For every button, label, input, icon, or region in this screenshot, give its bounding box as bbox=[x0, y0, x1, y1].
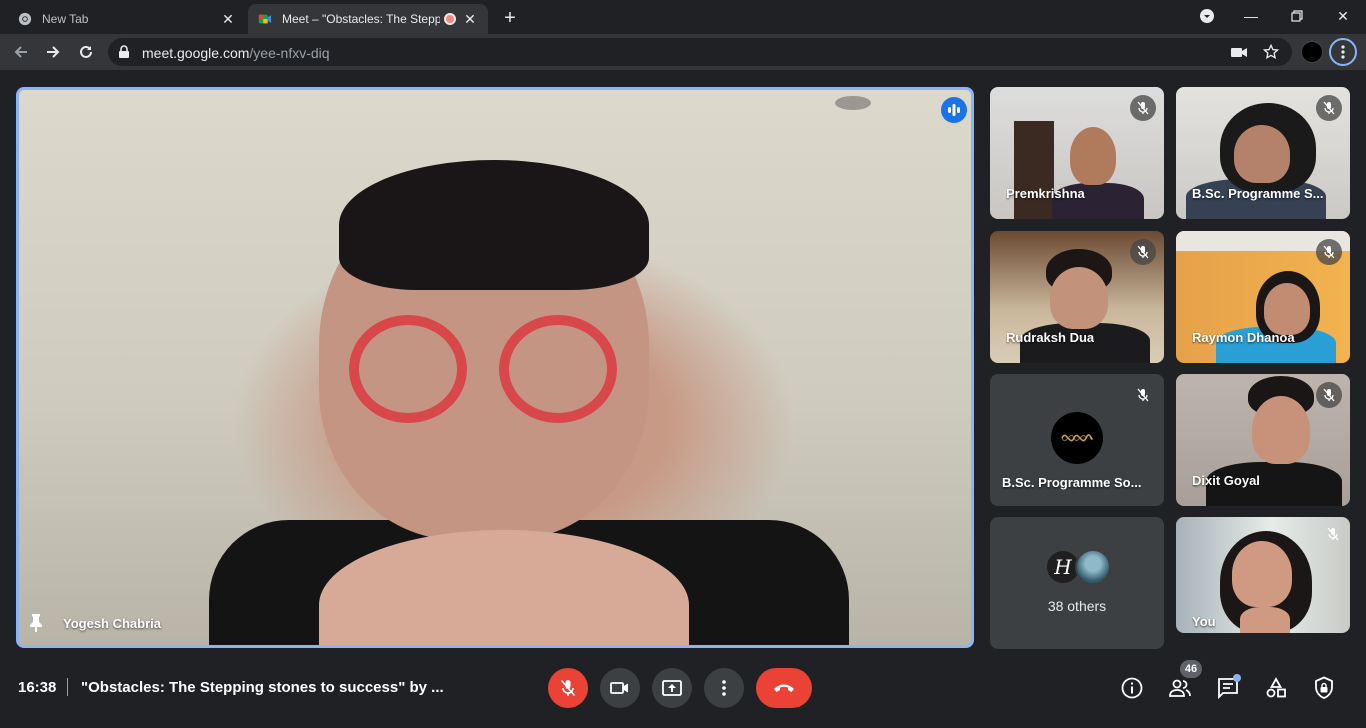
meeting-title: "Obstacles: The Stepping stones to succe… bbox=[81, 679, 444, 696]
mic-off-icon bbox=[1316, 95, 1342, 121]
participant-face bbox=[1252, 396, 1310, 464]
people-button[interactable] bbox=[1167, 675, 1193, 701]
close-tab-icon[interactable]: ✕ bbox=[220, 11, 236, 27]
glasses-left bbox=[349, 315, 467, 423]
participant-name: You bbox=[1192, 614, 1216, 629]
participant-tile[interactable]: B.Sc. Programme So... bbox=[990, 374, 1164, 506]
camera-icon bbox=[610, 682, 628, 694]
reload-icon[interactable] bbox=[73, 39, 99, 65]
background-door bbox=[1014, 121, 1054, 219]
participant-face bbox=[1234, 125, 1290, 183]
shield-lock-icon bbox=[1315, 676, 1333, 699]
main-speaker-video[interactable]: Yogesh Chabria bbox=[16, 87, 974, 648]
participant-tile[interactable]: Raymon Dhanoa bbox=[1176, 231, 1350, 363]
self-view-tile[interactable]: You bbox=[1176, 517, 1350, 633]
more-options-button[interactable] bbox=[704, 668, 744, 708]
tab-meet[interactable]: Meet – "Obstacles: The Stepping ✕ bbox=[248, 4, 488, 34]
activities-icon bbox=[1266, 677, 1286, 698]
participant-face bbox=[1232, 541, 1292, 607]
url-path: /yee-nfxv-diq bbox=[249, 45, 330, 61]
divider bbox=[67, 678, 68, 696]
mic-off-icon bbox=[1316, 382, 1342, 408]
browser-toolbar: meet.google.com/yee-nfxv-diq bbox=[0, 34, 1366, 70]
others-avatar bbox=[1075, 549, 1111, 585]
participant-tile[interactable]: Dixit Goyal bbox=[1176, 374, 1350, 506]
unread-chat-dot bbox=[1233, 674, 1241, 682]
present-screen-button[interactable] bbox=[652, 668, 692, 708]
participant-neck bbox=[1240, 607, 1290, 633]
people-icon bbox=[1169, 679, 1191, 697]
participant-tile[interactable]: Rudraksh Dua bbox=[990, 231, 1164, 363]
browser-tab-bar: New Tab ✕ Meet – "Obstacles: The Steppin… bbox=[0, 0, 1366, 34]
chrome-icon bbox=[18, 12, 32, 26]
present-screen-icon bbox=[662, 680, 682, 696]
back-arrow-icon[interactable] bbox=[8, 39, 34, 65]
new-tab-button[interactable]: + bbox=[498, 6, 522, 30]
mic-off-icon bbox=[1320, 521, 1346, 547]
participant-tile[interactable]: Premkrishna bbox=[990, 87, 1164, 219]
pin-icon[interactable] bbox=[29, 613, 43, 633]
close-window-icon[interactable]: ✕ bbox=[1330, 4, 1356, 28]
recording-indicator-icon bbox=[444, 13, 456, 25]
mic-off-icon bbox=[560, 679, 576, 697]
meeting-details-button[interactable] bbox=[1119, 675, 1145, 701]
participant-name: Rudraksh Dua bbox=[1006, 330, 1095, 345]
main-speaker-name: Yogesh Chabria bbox=[63, 616, 162, 631]
participant-count-badge: 46 bbox=[1180, 660, 1202, 678]
meeting-clock: 16:38 bbox=[18, 679, 57, 696]
lock-icon bbox=[119, 45, 129, 58]
participant-name: B.Sc. Programme So... bbox=[1002, 475, 1142, 490]
close-tab-icon[interactable]: ✕ bbox=[462, 11, 478, 27]
tab-title: Meet – "Obstacles: The Stepping bbox=[282, 12, 440, 26]
host-controls-button[interactable] bbox=[1311, 675, 1337, 701]
meet-icon bbox=[258, 14, 272, 24]
participant-face bbox=[1264, 283, 1310, 335]
logo-avatar bbox=[1051, 412, 1103, 464]
participant-name: B.Sc. Programme S... bbox=[1192, 186, 1324, 201]
participant-tile[interactable]: B.Sc. Programme S... bbox=[1176, 87, 1350, 219]
participant-name: Dixit Goyal bbox=[1192, 473, 1260, 488]
meeting-controls-bar: 16:38 "Obstacles: The Stepping stones to… bbox=[0, 658, 1366, 718]
url-text: meet.google.com/yee-nfxv-diq bbox=[142, 45, 330, 61]
profile-avatar[interactable] bbox=[1301, 41, 1323, 63]
participant-name: Premkrishna bbox=[1006, 186, 1085, 201]
url-host: meet.google.com bbox=[142, 45, 250, 61]
mic-off-icon bbox=[1316, 239, 1342, 265]
bookmark-star-icon[interactable] bbox=[1262, 44, 1280, 60]
others-count-label: 38 others bbox=[1047, 598, 1107, 614]
browser-menu-icon[interactable] bbox=[1329, 38, 1357, 66]
address-bar[interactable]: meet.google.com/yee-nfxv-diq bbox=[108, 38, 1292, 66]
ceiling-light bbox=[835, 96, 871, 110]
speaking-indicator-icon bbox=[941, 97, 967, 123]
restore-icon[interactable] bbox=[1284, 4, 1310, 28]
tab-new-tab[interactable]: New Tab ✕ bbox=[8, 4, 246, 34]
camera-in-use-icon[interactable] bbox=[1230, 44, 1248, 60]
more-vert-icon bbox=[722, 680, 726, 696]
leave-call-button[interactable] bbox=[756, 668, 812, 708]
others-avatars: H bbox=[1045, 549, 1115, 585]
tab-title: New Tab bbox=[42, 12, 89, 26]
mic-off-icon bbox=[1130, 95, 1156, 121]
glasses-right bbox=[499, 315, 617, 423]
participant-name: Raymon Dhanoa bbox=[1192, 330, 1295, 345]
participant-face bbox=[1070, 127, 1116, 185]
mic-toggle-button[interactable] bbox=[548, 668, 588, 708]
activities-button[interactable] bbox=[1263, 675, 1289, 701]
mic-off-icon bbox=[1130, 382, 1156, 408]
speaker-hair bbox=[339, 160, 649, 290]
participant-face bbox=[1050, 267, 1108, 329]
others-tile[interactable]: H 38 others bbox=[990, 517, 1164, 649]
tab-search-icon[interactable] bbox=[1194, 4, 1220, 28]
hang-up-icon bbox=[774, 684, 794, 692]
minimize-icon[interactable]: — bbox=[1238, 4, 1264, 28]
forward-arrow-icon[interactable] bbox=[40, 39, 66, 65]
camera-toggle-button[interactable] bbox=[600, 668, 640, 708]
info-icon bbox=[1121, 677, 1143, 699]
mic-off-icon bbox=[1130, 239, 1156, 265]
